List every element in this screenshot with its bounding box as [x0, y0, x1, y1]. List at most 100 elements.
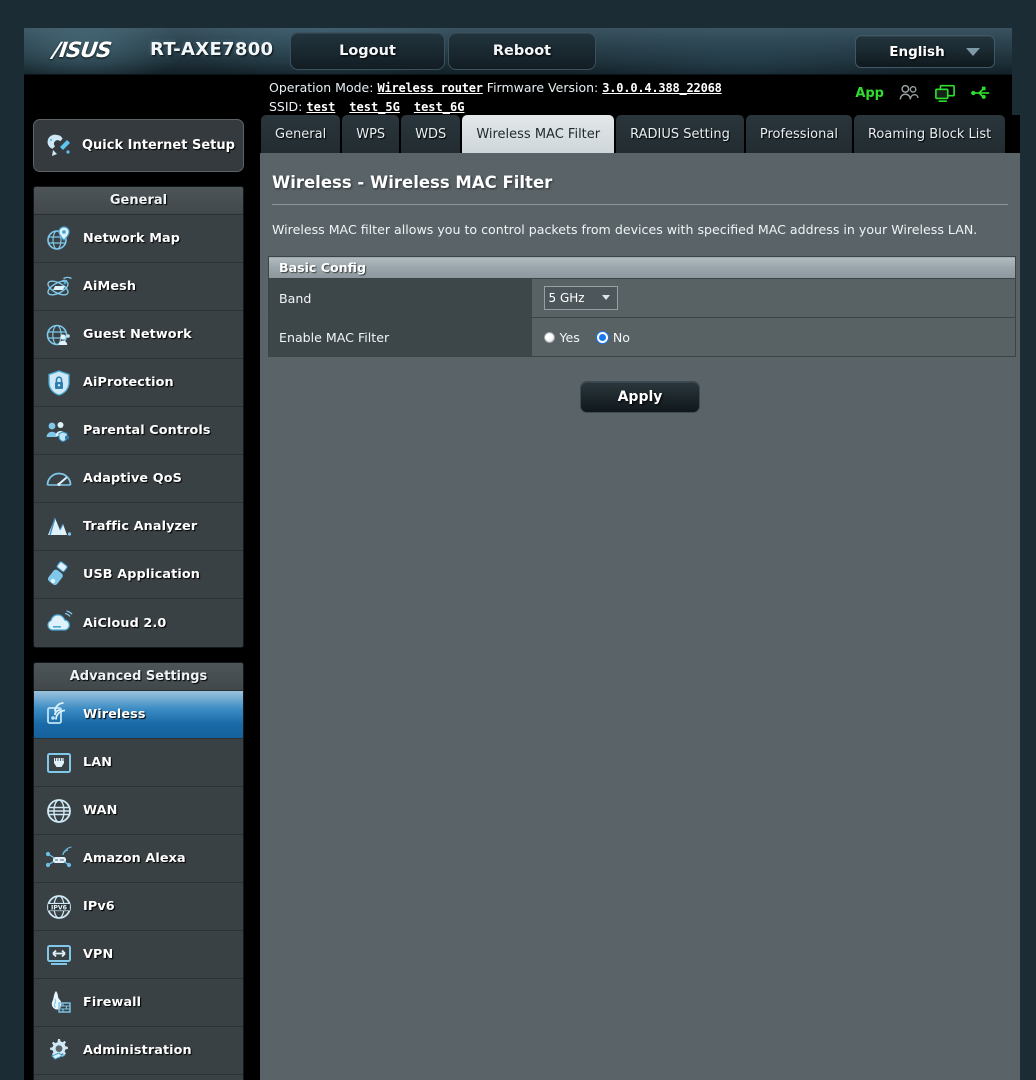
sidebar-item-vpn[interactable]: VPN — [34, 931, 243, 979]
sidebar-item-guest-network[interactable]: Guest Network — [34, 311, 243, 359]
sidebar-item-wireless[interactable]: Wireless — [34, 691, 243, 739]
quick-setup-label: Quick Internet Setup — [82, 137, 235, 153]
sidebar-item-ipv6[interactable]: IPV6 IPv6 — [34, 883, 243, 931]
tab-wireless-mac-filter[interactable]: Wireless MAC Filter — [462, 115, 615, 153]
sidebar-item-aicloud[interactable]: AiCloud 2.0 — [34, 599, 243, 647]
apply-button[interactable]: Apply — [580, 381, 700, 413]
basic-config-table: Basic Config Band 2.4 GHz5 GHz6 GHz Enab… — [268, 256, 1016, 357]
sidebar-label-usb-application: USB Application — [83, 567, 200, 582]
radio-yes[interactable] — [543, 331, 555, 343]
firmware-label: Firmware Version: — [486, 80, 599, 95]
sidebar-item-adaptive-qos[interactable]: Adaptive QoS — [34, 455, 243, 503]
basic-config-header-label: Basic Config — [268, 256, 1016, 279]
ipv6-icon: IPV6 — [47, 894, 71, 919]
chevron-down-icon — [966, 47, 980, 56]
language-selector[interactable]: English — [855, 35, 995, 68]
sidebar-item-wan[interactable]: WAN — [34, 787, 243, 835]
band-select-wrap: 2.4 GHz5 GHz6 GHz — [543, 286, 618, 310]
sidebar-label-aimesh: AiMesh — [83, 279, 137, 294]
sidebar-label-vpn: VPN — [83, 947, 114, 962]
page-description: Wireless MAC filter allows you to contro… — [272, 222, 978, 237]
sidebar-item-traffic-analyzer[interactable]: Traffic Analyzer — [34, 503, 243, 551]
sidebar-item-parental-controls[interactable]: Parental Controls — [34, 407, 243, 455]
ssid-link-0[interactable]: test — [306, 100, 335, 114]
aimesh-icon — [47, 276, 72, 295]
firewall-flame-icon — [51, 990, 71, 1013]
sidebar-item-usb-application[interactable]: USB Application — [34, 551, 243, 599]
page-title: Wireless - Wireless MAC Filter — [272, 173, 553, 192]
table-section-header: Basic Config — [268, 256, 1016, 279]
lan-port-icon — [47, 752, 71, 773]
router-model-name: RT-AXE7800 — [150, 39, 274, 60]
alexa-icon — [45, 845, 72, 867]
tab-roaming-block-list[interactable]: Roaming Block List — [853, 115, 1006, 153]
app-link[interactable]: App — [855, 86, 884, 101]
usb-icon[interactable] — [970, 83, 992, 103]
sidebar-label-amazon-alexa: Amazon Alexa — [83, 851, 186, 866]
logout-button[interactable]: Logout — [290, 32, 445, 70]
sidebar-label-aicloud: AiCloud 2.0 — [83, 615, 167, 631]
sidebar-label-traffic-analyzer: Traffic Analyzer — [83, 519, 198, 534]
header-banner: /ISUS RT-AXE7800 Logout Reboot English — [24, 28, 1012, 75]
usb-application-icon — [47, 560, 68, 585]
band-select[interactable]: 2.4 GHz5 GHz6 GHz — [543, 286, 618, 310]
sidebar-item-firewall[interactable]: Firewall — [34, 979, 243, 1027]
sidebar-item-lan[interactable]: LAN — [34, 739, 243, 787]
ssid-link-2[interactable]: test_6G — [414, 100, 465, 114]
users-icon[interactable] — [898, 83, 920, 103]
language-label: English — [889, 43, 945, 60]
sidebar-label-wireless: Wireless — [83, 707, 146, 722]
ssid-link-1[interactable]: test_5G — [349, 100, 400, 114]
sidebar-item-system-log[interactable]: System Log — [34, 1075, 243, 1080]
main-content: General WPS WDS Wireless MAC Filter RADI… — [260, 115, 1020, 1080]
table-row-enable-mac-filter: Enable MAC Filter Yes No — [268, 317, 1016, 357]
header-icon-row: App — [855, 83, 992, 103]
sidebar-label-firewall: Firewall — [83, 995, 142, 1010]
title-divider — [272, 204, 1008, 205]
asus-logo: /ISUS — [51, 38, 113, 62]
sidebar-label-lan: LAN — [83, 755, 113, 770]
sidebar-item-aiprotection[interactable]: AiProtection — [34, 359, 243, 407]
quick-setup-icon — [47, 134, 70, 156]
enable-mac-filter-label: Enable MAC Filter — [268, 317, 532, 357]
sidebar-item-aimesh[interactable]: AiMesh — [34, 263, 243, 311]
parental-controls-icon — [46, 421, 69, 442]
radio-no[interactable] — [596, 331, 608, 343]
page-body: Quick Internet Setup General Network Map — [24, 115, 1020, 1080]
administration-gear-icon — [50, 1038, 68, 1060]
enable-mac-filter-value-cell: Yes No — [531, 317, 1016, 357]
tab-wps[interactable]: WPS — [342, 115, 400, 153]
tab-bar: General WPS WDS Wireless MAC Filter RADI… — [260, 115, 1020, 153]
quick-internet-setup-button[interactable]: Quick Internet Setup — [33, 119, 244, 172]
tab-general[interactable]: General — [261, 115, 341, 153]
cloud-icon — [47, 610, 73, 631]
traffic-analyzer-icon — [48, 517, 72, 536]
guest-network-icon — [46, 324, 70, 345]
general-menu-header: General — [34, 187, 243, 215]
advanced-menu-block: Advanced Settings Wireless LAN WAN Amazo… — [33, 662, 244, 1080]
operation-firmware-line: Operation Mode: Wireless router Firmware… — [269, 80, 722, 95]
svg-text:IPV6: IPV6 — [51, 904, 67, 911]
operation-mode-value[interactable]: Wireless router — [377, 81, 483, 95]
band-label: Band — [268, 278, 532, 318]
sidebar-item-network-map[interactable]: Network Map — [34, 215, 243, 263]
vpn-icon — [47, 944, 71, 965]
shield-lock-icon — [48, 369, 70, 396]
tab-professional[interactable]: Professional — [745, 115, 852, 153]
sidebar-item-amazon-alexa[interactable]: Amazon Alexa — [34, 835, 243, 883]
general-menu-block: General Network Map AiMesh Guest Network… — [33, 186, 244, 648]
sidebar-item-administration[interactable]: Administration — [34, 1027, 243, 1075]
reboot-button[interactable]: Reboot — [448, 32, 596, 70]
sidebar: Quick Internet Setup General Network Map — [33, 115, 244, 1080]
firmware-value[interactable]: 3.0.0.4.388_22068 — [602, 81, 722, 95]
status-info-strip: Operation Mode: Wireless router Firmware… — [24, 75, 1012, 115]
radio-yes-label: Yes — [559, 329, 580, 345]
globe-icon — [47, 798, 71, 823]
monitor-icon[interactable] — [934, 83, 956, 103]
enable-mac-filter-radio-group: Yes No — [543, 329, 1016, 345]
sidebar-label-adaptive-qos: Adaptive QoS — [83, 471, 182, 486]
sidebar-label-administration: Administration — [83, 1043, 192, 1058]
tab-wds[interactable]: WDS — [401, 115, 461, 153]
tab-radius-setting[interactable]: RADIUS Setting — [616, 115, 744, 153]
sidebar-label-wan: WAN — [83, 803, 118, 818]
